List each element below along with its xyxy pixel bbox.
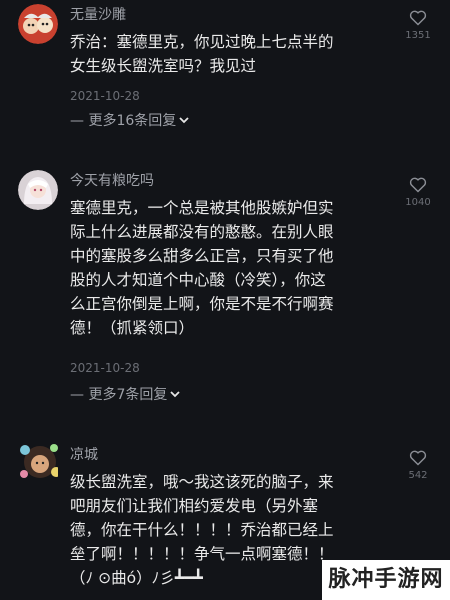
like-button[interactable]: 1040 (400, 177, 436, 209)
like-button[interactable]: 542 (400, 450, 436, 482)
more-replies-button[interactable]: — 更多7条回复 (70, 386, 181, 404)
anime-girl-avatar-icon (18, 170, 58, 210)
character-with-flowers-avatar-icon (20, 444, 58, 478)
chevron-down-icon (178, 112, 190, 130)
avatar[interactable] (18, 4, 58, 44)
more-replies-label: — 更多7条回复 (70, 387, 168, 403)
heart-icon (409, 10, 427, 26)
heart-icon (409, 450, 427, 466)
more-replies-button[interactable]: — 更多16条回复 (70, 112, 190, 130)
like-count: 542 (408, 470, 428, 481)
heart-icon (409, 177, 427, 193)
like-count: 1040 (405, 197, 431, 208)
chevron-down-icon (169, 386, 181, 404)
watermark: 脉冲手游网 (322, 560, 450, 600)
avatar[interactable] (18, 170, 58, 210)
username[interactable]: 无量沙雕 (70, 6, 126, 24)
username[interactable]: 今天有粮吃吗 (70, 172, 154, 190)
comment-date: 2021-10-28 (70, 361, 140, 375)
like-count: 1351 (405, 30, 431, 41)
comment-date: 2021-10-28 (70, 89, 140, 103)
username[interactable]: 凉城 (70, 446, 98, 464)
like-button[interactable]: 1351 (400, 10, 436, 42)
comment-text: 乔治：塞德里克，你见过晚上七点半的 女生级长盥洗室吗？我见过 (70, 33, 334, 75)
avatar[interactable] (18, 440, 58, 480)
cartoon-characters-avatar-icon (18, 4, 58, 44)
more-replies-label: — 更多16条回复 (70, 113, 177, 129)
comment-text: 塞德里克，一个总是被其他股嫉妒但实 际上什么进展都没有的憨憨。在别人眼 中的塞股… (70, 199, 334, 337)
